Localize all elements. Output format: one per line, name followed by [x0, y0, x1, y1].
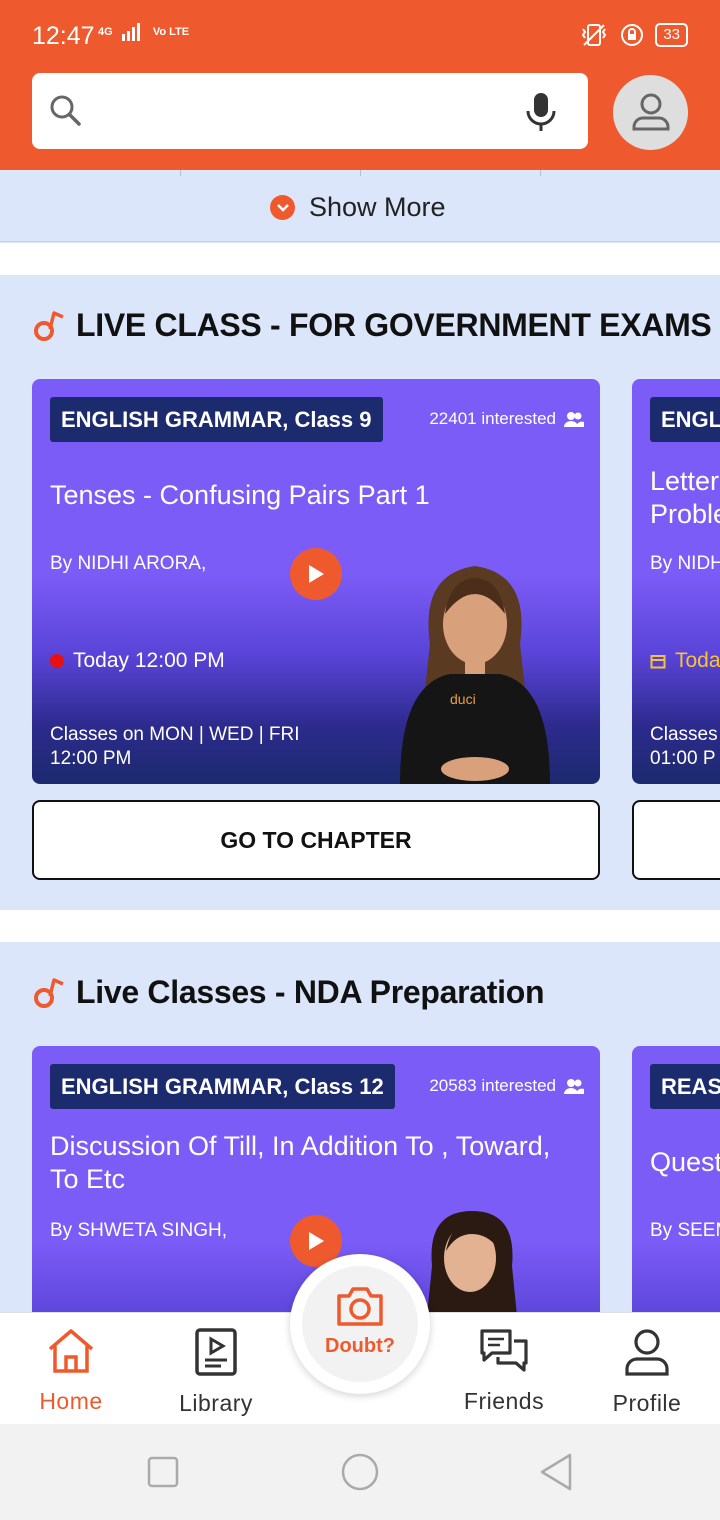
- back-icon[interactable]: [538, 1452, 574, 1492]
- class-author: By NIDH: [650, 553, 720, 574]
- volte-indicator: Vo LTE: [152, 25, 190, 38]
- nav-friends[interactable]: Friends: [444, 1327, 564, 1415]
- status-icons: 33: [579, 22, 688, 48]
- section-title: LIVE CLASS - FOR GOVERNMENT EXAMS: [76, 307, 712, 343]
- section-heading: LIVE CLASS - FOR GOVERNMENT EXAMS: [32, 307, 712, 344]
- class-title: Discussion Of Till, In Addition To , Tow…: [50, 1131, 551, 1194]
- play-button[interactable]: [290, 548, 342, 600]
- schedule-days: Classes: [650, 724, 718, 745]
- camera-icon: [337, 1287, 383, 1326]
- doubt-button-inner: Doubt?: [302, 1266, 418, 1382]
- upcoming-time: Toda: [650, 649, 720, 673]
- nav-friends-label: Friends: [463, 1388, 545, 1414]
- home-icon: [48, 1329, 94, 1373]
- library-icon: [195, 1328, 237, 1376]
- class-title-line: Letter: [650, 466, 720, 496]
- subject-badge: ENGLISH GRAMMAR, Class 9: [50, 397, 383, 442]
- subject-badge: REASO: [650, 1064, 720, 1109]
- section-title: Live Classes - NDA Preparation: [76, 974, 545, 1010]
- interested-label: 22401 interested: [429, 409, 556, 428]
- nav-library-label: Library: [179, 1390, 253, 1416]
- show-more-label: Show More: [309, 192, 446, 222]
- music-note-icon: [34, 310, 64, 341]
- live-dot-icon: [50, 654, 64, 668]
- rotation-lock-icon: [621, 24, 644, 46]
- doubt-label: Doubt?: [325, 1335, 395, 1357]
- nav-profile-label: Profile: [612, 1390, 682, 1416]
- home-circle-icon[interactable]: [340, 1452, 380, 1492]
- play-icon: [309, 565, 324, 583]
- section-gap: [0, 243, 720, 275]
- nav-home[interactable]: Home: [11, 1327, 131, 1415]
- user-icon: [632, 93, 670, 131]
- search-icon: [50, 95, 81, 126]
- users-icon: [564, 412, 584, 427]
- upcoming-time-label: Toda: [675, 649, 720, 672]
- live-class-section: LIVE CLASS - FOR GOVERNMENT EXAMS ENGLIS…: [0, 275, 720, 910]
- go-to-chapter-button-next[interactable]: [632, 800, 720, 880]
- live-class-card-next[interactable]: ENGL Letter Proble By NIDH Toda Classes …: [632, 379, 720, 784]
- class-author: By NIDHI ARORA,: [50, 553, 207, 574]
- system-navigation-bar: [0, 1424, 720, 1520]
- recent-apps-icon[interactable]: [147, 1456, 179, 1488]
- nav-profile[interactable]: Profile: [587, 1327, 707, 1417]
- class-schedule: Classes on MON | WED | FRI 12:00 PM: [50, 723, 300, 771]
- music-note-icon: [34, 977, 64, 1008]
- show-more-button[interactable]: Show More: [270, 192, 446, 223]
- microphone-icon[interactable]: [524, 91, 558, 133]
- live-time: Today 12:00 PM: [50, 649, 225, 673]
- schedule-time: 01:00 P: [650, 748, 716, 769]
- schedule-days: Classes on MON | WED | FRI: [50, 724, 300, 745]
- status-time: 12:47: [32, 22, 95, 50]
- network-type: 4G: [98, 25, 113, 38]
- nav-home-label: Home: [39, 1388, 103, 1414]
- app-header: 12:47 4G Vo LTE 33: [0, 0, 720, 170]
- section-gap: [0, 910, 720, 942]
- search-input[interactable]: [32, 73, 588, 149]
- svg-text:duci: duci: [450, 691, 476, 707]
- show-more-bar[interactable]: Show More: [0, 170, 720, 242]
- teacher-photo: duci: [400, 566, 550, 784]
- class-title: Letter Proble: [650, 465, 720, 531]
- profile-avatar-button[interactable]: [613, 75, 688, 150]
- chat-bubbles-icon: [480, 1329, 528, 1372]
- class-author: By SHWETA SINGH,: [50, 1220, 228, 1241]
- users-icon: [564, 1079, 584, 1094]
- live-class-card-next[interactable]: REASO Quest By SEEM: [632, 1046, 720, 1312]
- live-class-card[interactable]: ENGLISH GRAMMAR, Class 9 22401 intereste…: [32, 379, 600, 784]
- battery-indicator: 33: [655, 23, 688, 47]
- interested-count: 20583 interested: [429, 1076, 584, 1096]
- interested-count: 22401 interested: [429, 409, 584, 429]
- subject-badge: ENGLISH GRAMMAR, Class 12: [50, 1064, 395, 1109]
- class-author: By SEEM: [650, 1220, 720, 1241]
- vibrate-icon: [582, 24, 607, 46]
- go-to-chapter-button[interactable]: GO TO CHAPTER: [32, 800, 600, 880]
- play-icon: [309, 1232, 324, 1250]
- signal-icon: [121, 23, 140, 41]
- interested-label: 20583 interested: [429, 1076, 556, 1095]
- class-title-line: Proble: [650, 499, 720, 529]
- teacher-photo: [427, 1211, 517, 1312]
- chevron-down-icon: [270, 195, 295, 220]
- live-time-label: Today 12:00 PM: [73, 649, 225, 672]
- network-indicator: 4G Vo LTE: [98, 22, 189, 42]
- doubt-button[interactable]: Doubt?: [290, 1254, 430, 1394]
- calendar-icon: [650, 655, 666, 669]
- subject-badge: ENGL: [650, 397, 720, 442]
- class-schedule: Classes 01:00 P: [650, 723, 718, 771]
- section-heading: Live Classes - NDA Preparation: [32, 974, 545, 1011]
- profile-icon: [625, 1329, 669, 1376]
- class-title: Tenses - Confusing Pairs Part 1: [50, 480, 430, 510]
- nav-library[interactable]: Library: [156, 1327, 276, 1417]
- schedule-time: 12:00 PM: [50, 748, 132, 769]
- class-title: Quest: [650, 1147, 720, 1177]
